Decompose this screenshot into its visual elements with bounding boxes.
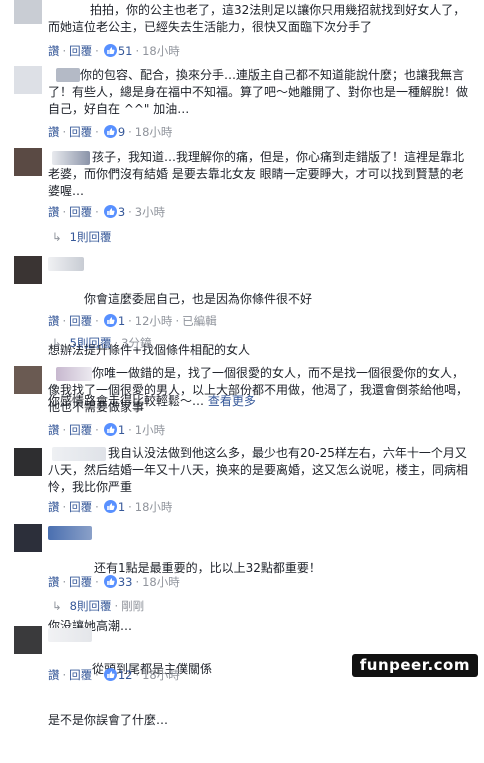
like-count[interactable]: 1	[118, 499, 125, 515]
comment-text: 你的包容、配合，換來分手…連版主自己都不知道能說什麼；也讓我無言了！有些人，總是…	[48, 68, 469, 116]
reply-button[interactable]: 回覆	[69, 422, 92, 438]
comment-text: 你唯一做錯的是，找了一個很愛的女人，而不是找一個很愛你的女人，像我找了一個很愛的…	[48, 366, 469, 414]
like-button[interactable]: 讚	[48, 124, 60, 140]
thumbs-up-icon	[103, 423, 117, 436]
timestamp[interactable]: 3小時	[135, 204, 165, 220]
like-count[interactable]: 3	[118, 204, 125, 220]
thumbs-up-icon	[103, 314, 117, 327]
timestamp[interactable]: 1小時	[135, 422, 165, 438]
avatar[interactable]	[14, 366, 42, 394]
reply-button[interactable]: 回覆	[69, 574, 92, 590]
like-button[interactable]: 讚	[48, 422, 60, 438]
comment-text: 我自认没法做到他这么多，最少也有20-25样左右，六年十一个月又八天，然后结婚一…	[48, 446, 469, 494]
reply-button[interactable]: 回覆	[69, 313, 92, 329]
thumbs-up-icon	[103, 500, 117, 513]
timestamp[interactable]: 18小時	[135, 499, 173, 515]
reply-button[interactable]: 回覆	[69, 124, 92, 140]
like-button[interactable]: 讚	[48, 313, 60, 329]
comment-actions: 讚 · 回覆 · 1 · 1小時	[48, 422, 166, 438]
comment-actions: 讚 · 回覆 · 9 · 18小時	[48, 124, 173, 140]
like-count[interactable]: 1	[118, 422, 125, 438]
thumbs-up-icon	[103, 44, 117, 57]
like-count[interactable]: 1	[118, 313, 125, 329]
reply-button[interactable]: 回覆	[69, 43, 92, 59]
thumbs-up-icon	[103, 205, 117, 218]
timestamp[interactable]: 18小時	[142, 43, 180, 59]
reply-arrow-icon: ↳	[52, 336, 62, 350]
reply-arrow-icon: ↳	[52, 599, 62, 613]
reply-button[interactable]: 回覆	[69, 204, 92, 220]
comment-actions: 讚 · 回覆 · 12 · 18小時	[48, 667, 180, 683]
like-count[interactable]: 12	[118, 667, 133, 683]
like-button[interactable]: 讚	[48, 499, 60, 515]
like-button[interactable]: 讚	[48, 574, 60, 590]
edited-label[interactable]: 已編輯	[182, 313, 217, 329]
like-button[interactable]: 讚	[48, 667, 60, 683]
timestamp[interactable]: 18小時	[142, 667, 180, 683]
comment-actions: 讚 · 回覆 · 3 · 3小時	[48, 204, 166, 220]
reply-timestamp: 3分鐘	[121, 336, 152, 350]
avatar[interactable]	[14, 448, 42, 476]
comment-actions: 讚 · 回覆 · 1 · 12小時 · 已編輯	[48, 313, 217, 329]
funpeer-watermark: funpeer.com	[351, 654, 478, 677]
comment-text: 從頭到尾都是主僕關係 是不是你誤會了什麼…	[48, 662, 213, 727]
timestamp[interactable]: 18小時	[142, 574, 180, 590]
thumbs-up-icon	[103, 668, 117, 681]
reply-button[interactable]: 回覆	[69, 667, 92, 683]
like-count[interactable]: 9	[118, 124, 125, 140]
comment-actions: 讚 · 回覆 · 1 · 18小時	[48, 499, 173, 515]
view-replies-link[interactable]: ↳ 8則回覆 · 剛剛	[52, 598, 144, 614]
avatar[interactable]	[14, 256, 42, 284]
comment-actions: 讚 · 回覆 · 51 · 18小時	[48, 43, 180, 59]
like-count[interactable]: 33	[118, 574, 133, 590]
avatar[interactable]	[14, 626, 42, 654]
view-replies-link[interactable]: ↳ 5則回覆 · 3分鐘	[52, 335, 151, 351]
reply-arrow-icon: ↳	[52, 230, 62, 244]
comment-text: 拍拍，你的公主也老了，這32法則足以讓你只用幾招就找到好女人了，而她這位老公主，…	[48, 3, 466, 34]
like-button[interactable]: 讚	[48, 43, 60, 59]
reply-timestamp: 剛剛	[121, 599, 145, 613]
timestamp[interactable]: 12小時	[135, 313, 173, 329]
timestamp[interactable]: 18小時	[135, 124, 173, 140]
comment-text: 孩子，我知道…我理解你的痛，但是，你心痛到走錯版了！這裡是靠北老婆，而你們沒有結…	[48, 150, 465, 198]
comment-actions: 讚 · 回覆 · 33 · 18小時	[48, 574, 180, 590]
avatar[interactable]	[14, 0, 42, 24]
thumbs-up-icon	[103, 125, 117, 138]
thumbs-up-icon	[103, 575, 117, 588]
avatar[interactable]	[14, 524, 42, 552]
avatar[interactable]	[14, 66, 42, 94]
reply-button[interactable]: 回覆	[69, 499, 92, 515]
avatar[interactable]	[14, 148, 42, 176]
like-count[interactable]: 51	[118, 43, 133, 59]
view-replies-link[interactable]: ↳ 1則回覆	[52, 229, 111, 245]
like-button[interactable]: 讚	[48, 204, 60, 220]
